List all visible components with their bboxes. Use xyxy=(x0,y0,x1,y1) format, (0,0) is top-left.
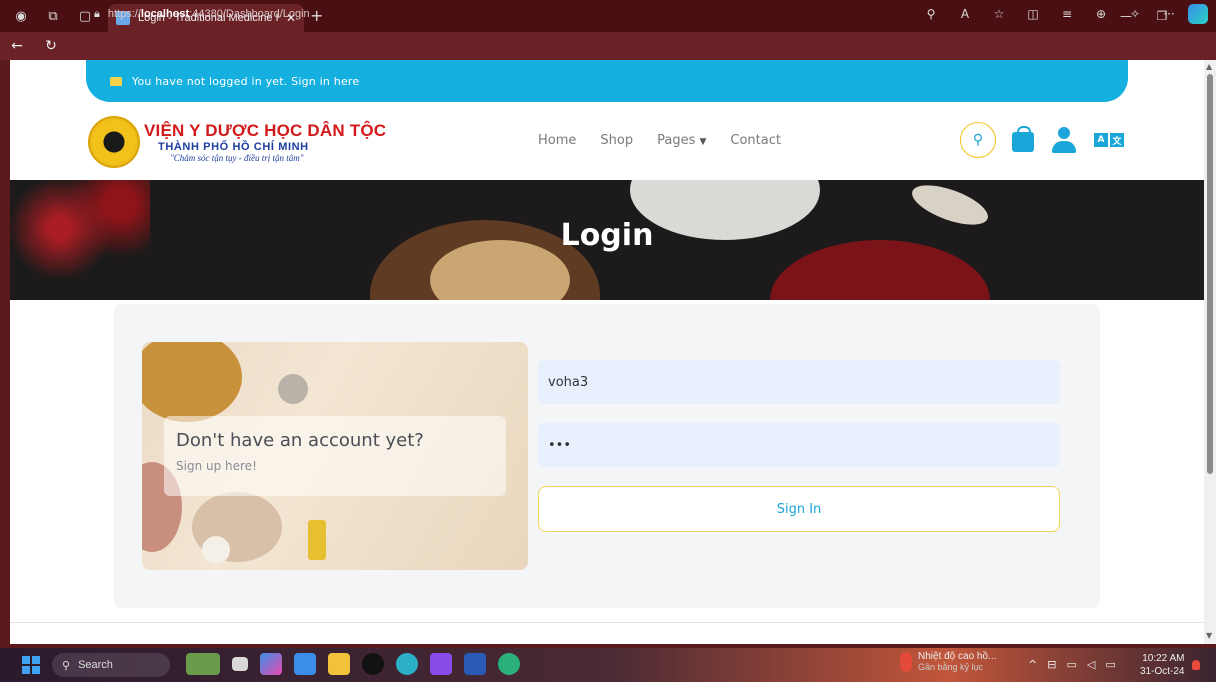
lang-b-icon: 文 xyxy=(1110,133,1124,147)
nav-pages-label: Pages xyxy=(657,133,696,148)
scroll-thumb[interactable] xyxy=(1207,74,1213,474)
edge-dev-icon[interactable] xyxy=(396,653,418,675)
copilot-icon[interactable] xyxy=(1188,4,1208,24)
header-icons: ⚲ A文 xyxy=(960,122,1124,158)
read-aloud-icon[interactable]: A xyxy=(950,4,980,24)
weather-widget[interactable]: Nhiệt độ cao hồ... Gần bằng kỷ lục xyxy=(900,651,996,672)
promo-spoon xyxy=(278,374,308,404)
divider xyxy=(10,622,1204,623)
edge-icon[interactable] xyxy=(498,653,520,675)
login-alert-bar[interactable]: You have not logged in yet. Sign in here xyxy=(86,60,1128,102)
chevron-up-icon[interactable]: ^ xyxy=(1028,658,1037,671)
brand-line-1: VIỆN Y DƯỢC HỌC DÂN TỘC xyxy=(144,121,387,140)
system-tray: ^ ⊟ ▭ ◁ ▭ xyxy=(1028,658,1116,671)
signup-heading: Don't have an account yet? xyxy=(176,430,424,451)
lock-icon[interactable]: 🔒︎ xyxy=(94,8,100,21)
page-title: Login xyxy=(560,218,654,253)
chevron-down-icon: ▼ xyxy=(699,137,707,147)
clock-time: 10:22 AM xyxy=(1142,653,1185,664)
visual-studio-icon[interactable] xyxy=(430,653,452,675)
favorites-icon[interactable]: ≡ xyxy=(1052,4,1082,24)
tab-actions-icon[interactable]: ▢ xyxy=(74,5,96,27)
nav-pages[interactable]: Pages ▼ xyxy=(657,133,706,148)
word-icon[interactable] xyxy=(464,653,486,675)
taskbar: ⚲ Search Nhiệt độ cao hồ... Gần bằng kỷ … xyxy=(0,648,1216,682)
sign-in-button[interactable]: Sign In xyxy=(538,486,1060,532)
key-icon[interactable]: ⚲ xyxy=(916,4,946,24)
more-icon[interactable]: ··· xyxy=(1154,4,1184,24)
browser-toolbar: ⚲ A ☆ ◫ ≡ ⊕ ✧ ··· xyxy=(916,4,1208,24)
login-card: Don't have an account yet? Sign up here!… xyxy=(114,304,1100,608)
system-clock[interactable]: 10:22 AM 31-Oct-24 xyxy=(1140,652,1184,678)
address-bar: ← ↻ xyxy=(0,32,1216,60)
password-field[interactable]: ••• xyxy=(538,423,1060,467)
brand-line-2: THÀNH PHỐ HỒ CHÍ MINH xyxy=(158,141,309,153)
volume-icon[interactable]: ◁ xyxy=(1087,658,1095,671)
url-path: :44380/Dashboard/Login xyxy=(189,8,310,20)
split-screen-icon[interactable]: ◫ xyxy=(1018,4,1048,24)
notification-icon[interactable] xyxy=(1192,660,1200,670)
refresh-icon[interactable]: ↻ xyxy=(34,38,68,54)
taskbar-search-label: Search xyxy=(78,659,113,671)
weather-subtitle: Gần bằng kỷ lục xyxy=(918,662,984,672)
battery-icon[interactable]: ▭ xyxy=(1105,658,1115,671)
input-method-icon[interactable]: ⊟ xyxy=(1047,658,1056,671)
site-logo[interactable]: VIỆN Y DƯỢC HỌC DÂN TỘC THÀNH PHỐ HỒ CHÍ… xyxy=(88,116,386,168)
widgets-icon[interactable] xyxy=(186,653,220,675)
scroll-down-icon[interactable]: ▼ xyxy=(1206,631,1212,640)
page-scrollbar[interactable]: ▲ ▼ xyxy=(1204,60,1216,644)
profile-icon[interactable]: ◉ xyxy=(10,5,32,27)
nav-home[interactable]: Home xyxy=(538,133,576,148)
search-button[interactable]: ⚲ xyxy=(960,122,996,158)
language-switch-icon[interactable]: A文 xyxy=(1094,133,1124,147)
taskbar-search[interactable]: ⚲ Search xyxy=(52,653,170,677)
signup-promo-image: Don't have an account yet? Sign up here! xyxy=(142,342,528,570)
signup-link[interactable]: Sign up here! xyxy=(176,459,494,473)
signup-overlay: Don't have an account yet? Sign up here! xyxy=(164,416,506,496)
promo-bowl xyxy=(142,342,242,422)
search-icon: ⚲ xyxy=(62,659,71,672)
user-icon[interactable] xyxy=(1052,127,1076,153)
extensions-icon[interactable]: ✧ xyxy=(1120,4,1150,24)
alert-text: You have not logged in yet. Sign in here xyxy=(132,74,360,88)
url-field[interactable]: 🔒︎ https://localhost:44380/Dashboard/Log… xyxy=(94,3,914,25)
url-scheme: https:// xyxy=(107,8,141,20)
site-header: VIỆN Y DƯỢC HỌC DÂN TỘC THÀNH PHỐ HỒ CHÍ… xyxy=(10,102,1204,180)
copilot-app-icon[interactable] xyxy=(260,653,282,675)
page-banner: Login xyxy=(10,180,1204,300)
brand-slogan: "Chăm sóc tận tụy - điều trị tận tâm" xyxy=(170,153,304,163)
nav-contact[interactable]: Contact xyxy=(730,133,781,148)
pen-app-icon[interactable] xyxy=(294,653,316,675)
search-icon: ⚲ xyxy=(972,132,984,148)
envelope-icon xyxy=(110,76,122,86)
username-field[interactable]: voha3 xyxy=(538,360,1060,404)
back-icon[interactable]: ← xyxy=(0,38,34,54)
scroll-up-icon[interactable]: ▲ xyxy=(1206,62,1212,71)
logo-emblem-icon xyxy=(88,116,140,168)
task-view-icon[interactable] xyxy=(232,657,248,671)
lang-a-icon: A xyxy=(1094,133,1108,147)
shopping-bag-icon[interactable] xyxy=(1012,126,1034,152)
main-nav: Home Shop Pages ▼ Contact xyxy=(538,133,781,148)
thermometer-icon xyxy=(900,651,912,672)
promo-oil-bottle xyxy=(308,520,326,560)
tiktok-icon[interactable] xyxy=(362,653,384,675)
windows-start-icon[interactable] xyxy=(22,656,40,674)
page-viewport: You have not logged in yet. Sign in here… xyxy=(10,60,1204,644)
promo-candle xyxy=(202,536,230,564)
taskbar-apps xyxy=(186,653,520,675)
logo-text: VIỆN Y DƯỢC HỌC DÂN TỘC THÀNH PHỐ HỒ CHÍ… xyxy=(144,121,386,163)
weather-title: Nhiệt độ cao hồ... xyxy=(918,651,997,662)
url-host: localhost xyxy=(140,8,190,20)
workspaces-icon[interactable]: ⧉ xyxy=(42,5,64,27)
favorite-star-icon[interactable]: ☆ xyxy=(984,4,1014,24)
network-icon[interactable]: ▭ xyxy=(1066,658,1076,671)
file-explorer-icon[interactable] xyxy=(328,653,350,675)
collections-icon[interactable]: ⊕ xyxy=(1086,4,1116,24)
clock-date: 31-Oct-24 xyxy=(1140,666,1185,677)
nav-shop[interactable]: Shop xyxy=(600,133,633,148)
